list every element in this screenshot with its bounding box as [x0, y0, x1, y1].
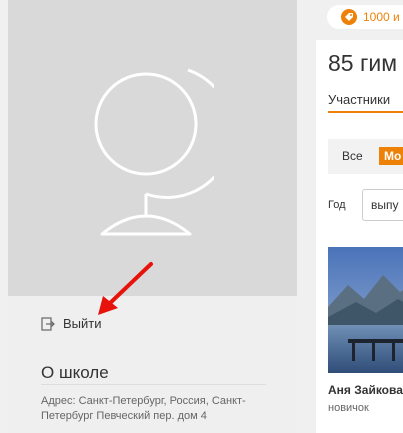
year-label: Год: [328, 199, 346, 211]
school-address: Адрес: Санкт-Петербург, Россия, Санкт-Пе…: [41, 395, 246, 422]
divider: [41, 384, 266, 385]
main-area: 1000 и 85 гим Участники Все Мо Год выпу: [297, 0, 403, 433]
about-school-heading: О школе: [41, 363, 109, 382]
tag-icon: [341, 9, 357, 25]
group-sidebar: Выйти О школе Адрес: Санкт-Петербург, Ро…: [8, 0, 297, 433]
promo-badge[interactable]: 1000 и: [327, 5, 403, 29]
member-status: новичок: [328, 402, 369, 414]
year-select[interactable]: выпу: [362, 189, 403, 221]
group-main-panel: 85 гим Участники Все Мо Год выпу Аня Зай…: [316, 40, 403, 433]
filter-all[interactable]: Все: [342, 149, 363, 163]
member-avatar[interactable]: [328, 247, 403, 373]
group-info-panel: Выйти О школе Адрес: Санкт-Петербург, Ро…: [8, 296, 297, 433]
group-title: 85 гим: [328, 50, 398, 76]
filter-active[interactable]: Мо: [379, 147, 403, 165]
page-root: Выйти О школе Адрес: Санкт-Петербург, Ро…: [0, 0, 403, 433]
member-photo-image: [328, 247, 403, 373]
logout-icon: [41, 316, 55, 331]
active-tab-underline: [328, 111, 403, 113]
member-name[interactable]: Аня Зайкова: [328, 383, 403, 397]
tab-members[interactable]: Участники: [328, 92, 390, 107]
group-cover[interactable]: [8, 0, 297, 296]
logout-label: Выйти: [63, 316, 102, 331]
logout-button[interactable]: Выйти: [41, 316, 102, 331]
promo-text: 1000 и: [363, 10, 400, 24]
globe-icon: [94, 68, 214, 236]
members-filter-bar: Все Мо: [328, 139, 403, 174]
